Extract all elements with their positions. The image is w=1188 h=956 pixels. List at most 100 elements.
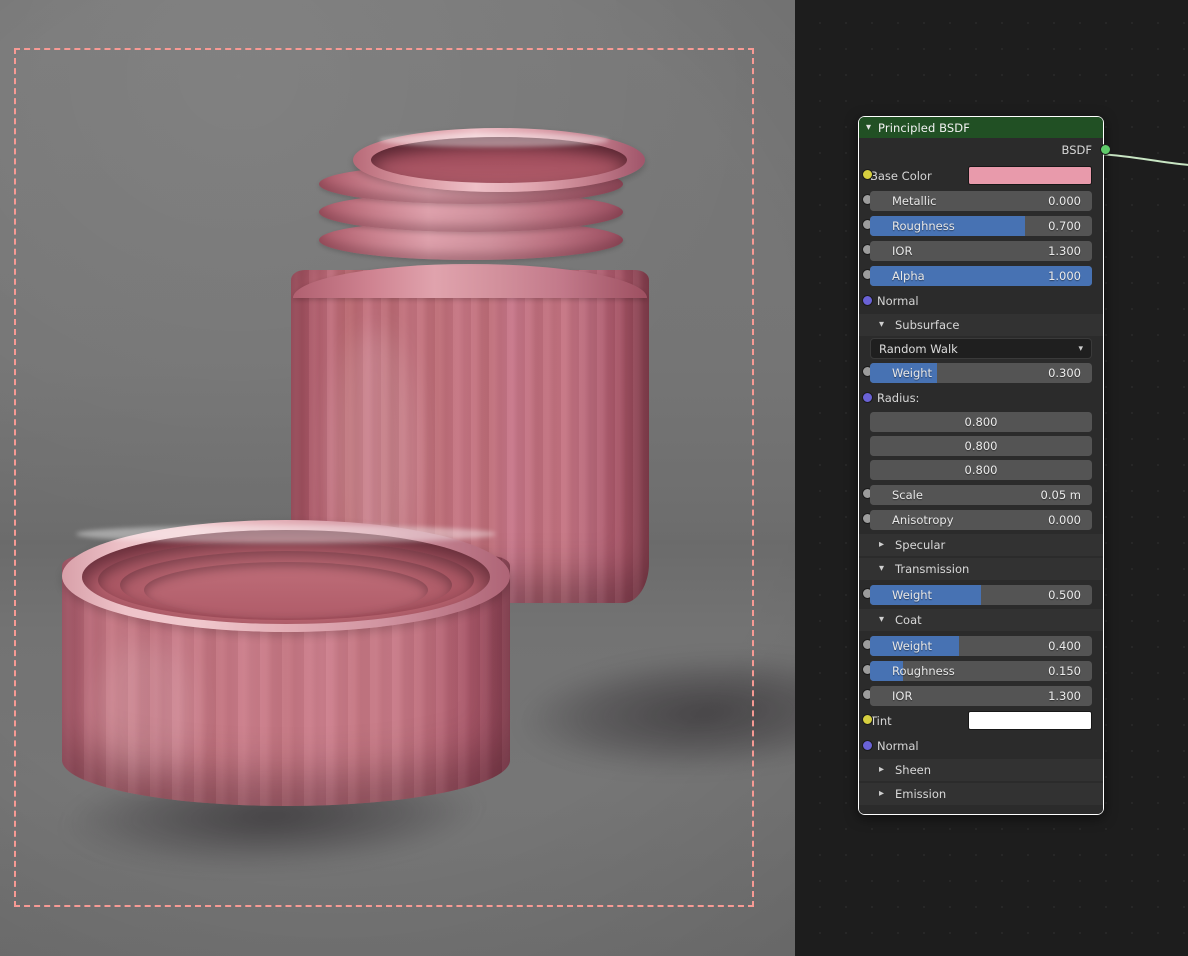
coat-weight-row: Weight 0.400 xyxy=(862,635,1092,656)
coat-label: Coat xyxy=(895,613,922,627)
coat-ior-slider[interactable]: IOR 1.300 xyxy=(870,685,1092,706)
subsurface-weight-slider[interactable]: Weight 0.300 xyxy=(870,362,1092,383)
blender-window: ▾ Principled BSDF BSDF Base Color Metall… xyxy=(0,0,1188,956)
radius-z-value: 0.800 xyxy=(964,462,998,477)
base-color-swatch[interactable] xyxy=(968,166,1092,185)
chevron-down-icon[interactable]: ▾ xyxy=(879,615,887,625)
node-link-noodle[interactable] xyxy=(1097,150,1188,172)
ior-label: IOR xyxy=(892,243,913,258)
normal-label-top: Normal xyxy=(877,294,919,308)
transmission-panel-header[interactable]: ▾ Transmission xyxy=(859,558,1103,580)
normal-row-top: Normal xyxy=(859,290,1103,312)
subsurface-weight-label: Weight xyxy=(892,365,933,380)
transmission-label: Transmission xyxy=(895,562,970,576)
coat-normal-socket[interactable] xyxy=(862,740,873,751)
anisotropy-value: 0.000 xyxy=(1048,512,1081,527)
radius-y-value: 0.800 xyxy=(964,438,998,453)
subsurface-weight-row: Weight 0.300 xyxy=(862,362,1092,383)
ior-value: 1.300 xyxy=(1048,243,1081,258)
base-color-row: Base Color xyxy=(862,165,1092,186)
camera-passepartout-frame xyxy=(14,48,754,907)
base-color-socket[interactable] xyxy=(862,169,873,180)
output-socket-row: BSDF xyxy=(859,138,1111,162)
subsurface-method-row: Random Walk ▾ xyxy=(870,338,1092,359)
node-body: BSDF Base Color Metallic 0.000 Roughness… xyxy=(859,138,1111,814)
transmission-weight-row: Weight 0.500 xyxy=(862,584,1092,605)
anisotropy-label: Anisotropy xyxy=(892,512,954,527)
metallic-label: Metallic xyxy=(892,193,937,208)
chevron-down-icon[interactable]: ▾ xyxy=(866,122,871,133)
chevron-right-icon[interactable]: ▸ xyxy=(879,540,887,550)
node-header[interactable]: ▾ Principled BSDF xyxy=(859,117,1103,138)
alpha-slider[interactable]: Alpha 1.000 xyxy=(870,265,1092,286)
chevron-right-icon[interactable]: ▸ xyxy=(879,765,887,775)
specular-label: Specular xyxy=(895,538,946,552)
roughness-slider[interactable]: Roughness 0.700 xyxy=(870,215,1092,236)
transmission-weight-slider[interactable]: Weight 0.500 xyxy=(870,584,1092,605)
emission-panel-header[interactable]: ▸ Emission xyxy=(859,783,1103,805)
bsdf-output-socket[interactable] xyxy=(1100,144,1111,155)
coat-weight-slider[interactable]: Weight 0.400 xyxy=(870,635,1092,656)
anisotropy-row: Anisotropy 0.000 xyxy=(862,509,1092,530)
roughness-label: Roughness xyxy=(892,218,955,233)
chevron-down-icon[interactable]: ▾ xyxy=(1078,344,1083,354)
coat-tint-label: Tint xyxy=(870,713,892,728)
subsurface-method-value: Random Walk xyxy=(879,341,958,356)
scale-label: Scale xyxy=(892,487,923,502)
shader-node-editor[interactable]: ▾ Principled BSDF BSDF Base Color Metall… xyxy=(795,0,1188,956)
node-title: Principled BSDF xyxy=(878,120,970,135)
chevron-down-icon[interactable]: ▾ xyxy=(879,564,887,574)
metallic-value: 0.000 xyxy=(1048,193,1081,208)
normal-socket-top[interactable] xyxy=(862,295,873,306)
coat-tint-row: Tint xyxy=(862,710,1092,731)
emission-label: Emission xyxy=(895,787,947,801)
coat-tint-socket[interactable] xyxy=(862,714,873,725)
coat-roughness-row: Roughness 0.150 xyxy=(862,660,1092,681)
alpha-value: 1.000 xyxy=(1048,268,1081,283)
base-color-label: Base Color xyxy=(870,168,932,183)
radius-z-field[interactable]: 0.800 xyxy=(870,459,1092,480)
radius-y-field[interactable]: 0.800 xyxy=(870,435,1092,456)
scale-value: 0.05 m xyxy=(1040,487,1081,502)
coat-ior-label: IOR xyxy=(892,688,913,703)
subsurface-panel-header[interactable]: ▾ Subsurface xyxy=(859,314,1103,336)
coat-normal-row: Normal xyxy=(859,735,1103,757)
chevron-right-icon[interactable]: ▸ xyxy=(879,789,887,799)
radius-row: Radius: xyxy=(859,387,1103,409)
metallic-slider[interactable]: Metallic 0.000 xyxy=(870,190,1092,211)
roughness-value: 0.700 xyxy=(1048,218,1081,233)
radius-socket[interactable] xyxy=(862,392,873,403)
principled-bsdf-node[interactable]: ▾ Principled BSDF BSDF Base Color Metall… xyxy=(858,116,1111,815)
subsurface-method-dropdown[interactable]: Random Walk ▾ xyxy=(870,338,1092,359)
coat-roughness-value: 0.150 xyxy=(1048,663,1081,678)
metallic-row: Metallic 0.000 xyxy=(862,190,1092,211)
anisotropy-slider[interactable]: Anisotropy 0.000 xyxy=(870,509,1092,530)
scale-row: Scale 0.05 m xyxy=(862,484,1092,505)
3d-viewport[interactable] xyxy=(0,0,795,956)
specular-panel-header[interactable]: ▸ Specular xyxy=(859,534,1103,556)
coat-roughness-label: Roughness xyxy=(892,663,955,678)
coat-panel-header[interactable]: ▾ Coat xyxy=(859,609,1103,631)
transmission-weight-value: 0.500 xyxy=(1048,587,1081,602)
coat-weight-label: Weight xyxy=(892,638,933,653)
coat-ior-value: 1.300 xyxy=(1048,688,1081,703)
subsurface-weight-value: 0.300 xyxy=(1048,365,1081,380)
radius-x-row: 0.800 xyxy=(870,411,1092,432)
sheen-label: Sheen xyxy=(895,763,932,777)
coat-normal-label: Normal xyxy=(877,739,919,753)
coat-tint-swatch[interactable] xyxy=(968,711,1092,730)
chevron-down-icon[interactable]: ▾ xyxy=(879,320,887,330)
ior-row: IOR 1.300 xyxy=(862,240,1092,261)
coat-ior-row: IOR 1.300 xyxy=(862,685,1092,706)
subsurface-label: Subsurface xyxy=(895,318,960,332)
radius-z-row: 0.800 xyxy=(870,459,1092,480)
coat-roughness-slider[interactable]: Roughness 0.150 xyxy=(870,660,1092,681)
alpha-label: Alpha xyxy=(892,268,925,283)
scale-field[interactable]: Scale 0.05 m xyxy=(870,484,1092,505)
radius-label: Radius: xyxy=(877,391,920,405)
radius-x-value: 0.800 xyxy=(964,414,998,429)
ior-slider[interactable]: IOR 1.300 xyxy=(870,240,1092,261)
sheen-panel-header[interactable]: ▸ Sheen xyxy=(859,759,1103,781)
radius-x-field[interactable]: 0.800 xyxy=(870,411,1092,432)
alpha-row: Alpha 1.000 xyxy=(862,265,1092,286)
